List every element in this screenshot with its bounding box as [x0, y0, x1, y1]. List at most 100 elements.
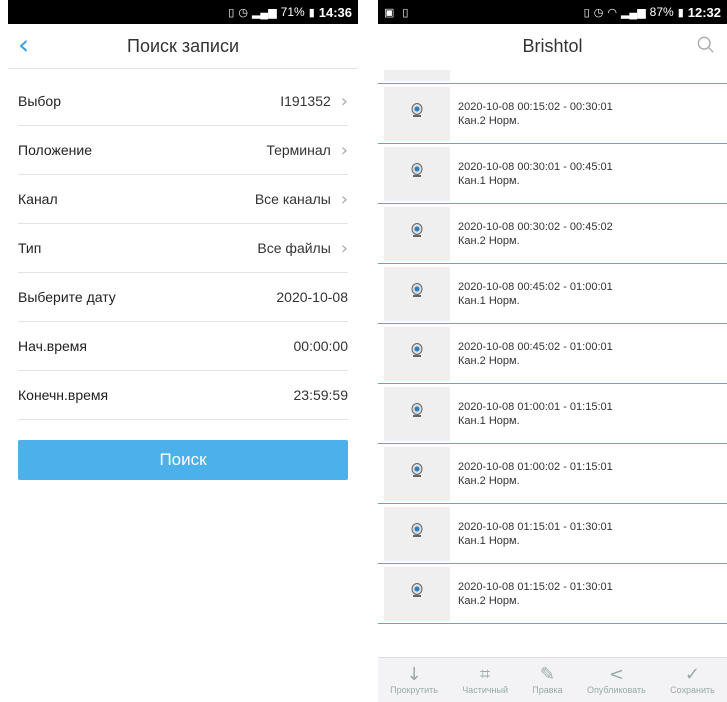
- back-icon[interactable]: ‹: [18, 31, 29, 59]
- toolbar-button[interactable]: ✎ Правка: [532, 664, 562, 696]
- toolbar-button[interactable]: < Опубликовать: [587, 664, 646, 696]
- search-record-screen: ▯ ◷ ▂▄▆ 71% ▮ 14:36 ‹ Поиск записи Выбор…: [8, 0, 358, 702]
- list-item[interactable]: 2020-10-08 00:45:02 - 01:00:01 Кан.2 Норм…: [378, 324, 727, 384]
- search-icon[interactable]: [697, 36, 715, 54]
- camera-icon: [411, 103, 423, 124]
- toolbar-label: Сохранить: [670, 685, 715, 695]
- row-value: 23:59:59: [293, 387, 349, 403]
- vibrate-icon: ▯: [583, 6, 590, 19]
- row-label: Нач.время: [18, 338, 87, 354]
- row-value-group: 00:00:00: [294, 338, 349, 354]
- status-bar: ▣ ▯ ▯ ◷ ◠ ▂▄▆ 87% ▮ 12:32: [378, 0, 727, 24]
- record-channel: Кан.2 Норм.: [458, 474, 520, 487]
- toolbar-button[interactable]: ✓ Сохранить: [670, 664, 715, 696]
- toolbar-button[interactable]: ↓ Прокрутить: [390, 665, 438, 696]
- alarm-icon: ◷: [238, 6, 248, 19]
- pen-icon: ✎: [539, 664, 556, 685]
- row-label: Выберите дату: [18, 289, 116, 305]
- row-label: Положение: [18, 142, 92, 158]
- record-info: 2020-10-08 00:30:02 - 00:45:02 Кан.2 Норм…: [458, 220, 613, 248]
- toolbar-button[interactable]: ⌗ Частичный: [462, 664, 508, 696]
- search-form: Выбор I191352 › Положение Терминал › Канал Все …: [8, 77, 358, 420]
- thumbnail: [384, 70, 450, 81]
- camera-icon: [411, 283, 423, 304]
- record-time: 2020-10-08 01:15:01 - 01:30:01: [458, 520, 613, 533]
- form-row[interactable]: Нач.время 00:00:00: [18, 322, 348, 371]
- record-info: 2020-10-08 00:45:02 - 01:00:01 Кан.1 Норм…: [458, 280, 613, 308]
- row-value-group: Все файлы ›: [257, 238, 348, 259]
- list-item[interactable]: 2020-10-08 00:30:01 - 00:45:01 Кан.1 Норм…: [378, 144, 727, 204]
- record-channel: Кан.1 Норм.: [458, 534, 520, 547]
- camera-icon: [411, 523, 423, 544]
- screenshot-toolbar: ↓ Прокрутить ⌗ Частичный ✎ Правка < Опубликоват…: [378, 657, 727, 702]
- row-value: 00:00:00: [293, 338, 349, 354]
- form-row[interactable]: Положение Терминал ›: [18, 126, 348, 175]
- row-value: 2020-10-08: [276, 289, 348, 305]
- thumbnail: [384, 86, 450, 141]
- header: Brishtol: [378, 24, 727, 68]
- battery-percent: 87%: [649, 5, 674, 19]
- signal-icon: ▂▄▆: [251, 6, 277, 19]
- list-item[interactable]: 2020-10-08 00:15:02 - 00:30:01 Кан.2 Норм…: [378, 84, 727, 144]
- thumbnail: [384, 206, 450, 261]
- list-item[interactable]: 2020-10-08 01:00:01 - 01:15:01 Кан.1 Норм…: [378, 384, 727, 444]
- camera-icon: [411, 223, 423, 244]
- record-info: 2020-10-08 00:30:01 - 00:45:01 Кан.1 Норм…: [458, 160, 613, 188]
- signal-icon: ▂▄▆: [620, 6, 646, 19]
- record-info: 2020-10-08 01:15:01 - 01:30:01 Кан.1 Норм…: [458, 520, 613, 548]
- list-item-partial[interactable]: [378, 70, 727, 84]
- share-icon: <: [608, 664, 624, 685]
- check-icon: ✓: [684, 664, 700, 685]
- thumbnail: [384, 326, 450, 381]
- clock: 14:36: [318, 4, 352, 20]
- record-channel: Кан.2 Норм.: [458, 354, 520, 367]
- thumbnail: [384, 146, 450, 201]
- thumbnail: [384, 386, 450, 441]
- page-title: Поиск записи: [127, 35, 239, 56]
- search-button[interactable]: Поиск: [18, 440, 348, 480]
- toolbar-label: Частичный: [462, 685, 508, 695]
- device-title: Brishtol: [522, 35, 583, 56]
- thumbnail: [384, 266, 450, 321]
- form-row[interactable]: Выберите дату 2020-10-08: [18, 273, 348, 322]
- list-item[interactable]: 2020-10-08 00:45:02 - 01:00:01 Кан.1 Норм…: [378, 264, 727, 324]
- form-row[interactable]: Тип Все файлы ›: [18, 224, 348, 273]
- record-time: 2020-10-08 00:30:02 - 00:45:02: [458, 220, 613, 233]
- record-list[interactable]: 2020-10-08 00:15:02 - 00:30:01 Кан.2 Норм…: [378, 70, 727, 658]
- row-label: Канал: [18, 191, 58, 207]
- battery-percent: 71%: [280, 5, 305, 19]
- camera-icon: [411, 463, 423, 484]
- camera-icon: [411, 163, 423, 184]
- battery-icon: ▮: [677, 6, 684, 19]
- row-value-group: 23:59:59: [294, 387, 349, 403]
- list-item[interactable]: 2020-10-08 01:00:02 - 01:15:01 Кан.2 Норм…: [378, 444, 727, 504]
- chevron-right-icon: ›: [340, 237, 348, 259]
- record-info: 2020-10-08 01:15:02 - 01:30:01 Кан.2 Норм…: [458, 580, 613, 608]
- record-channel: Кан.1 Норм.: [458, 174, 520, 187]
- record-time: 2020-10-08 00:30:01 - 00:45:01: [458, 160, 613, 173]
- row-value: Терминал: [266, 142, 331, 158]
- form-row[interactable]: Конечн.время 23:59:59: [18, 371, 348, 420]
- form-row[interactable]: Канал Все каналы ›: [18, 175, 348, 224]
- list-item[interactable]: 2020-10-08 01:15:02 - 01:30:01 Кан.2 Норм…: [378, 564, 727, 624]
- record-info: 2020-10-08 01:00:02 - 01:15:01 Кан.2 Норм…: [458, 460, 613, 488]
- camera-icon: [411, 583, 423, 604]
- alarm-icon: ◷: [593, 6, 604, 19]
- record-info: 2020-10-08 00:15:02 - 00:30:01 Кан.2 Норм…: [458, 100, 613, 128]
- toolbar-label: Прокрутить: [390, 685, 438, 695]
- row-label: Тип: [18, 240, 42, 256]
- record-channel: Кан.1 Норм.: [458, 414, 520, 427]
- list-item[interactable]: 2020-10-08 00:30:02 - 00:45:02 Кан.2 Норм…: [378, 204, 727, 264]
- form-row[interactable]: Выбор I191352 ›: [18, 77, 348, 126]
- record-channel: Кан.2 Норм.: [458, 594, 520, 607]
- battery-icon: ▮: [308, 6, 315, 19]
- thumbnail: [384, 566, 450, 621]
- image-icon: ▣: [384, 6, 395, 19]
- row-value: Все каналы: [254, 191, 331, 207]
- record-time: 2020-10-08 01:00:02 - 01:15:01: [458, 460, 613, 473]
- crop-icon: ⌗: [480, 664, 491, 685]
- record-channel: Кан.2 Норм.: [458, 234, 520, 247]
- record-list-screen: ▣ ▯ ▯ ◷ ◠ ▂▄▆ 87% ▮ 12:32 Brishtol 2020-…: [378, 0, 727, 702]
- list-item[interactable]: 2020-10-08 01:15:01 - 01:30:01 Кан.1 Норм…: [378, 504, 727, 564]
- thumbnail: [384, 506, 450, 561]
